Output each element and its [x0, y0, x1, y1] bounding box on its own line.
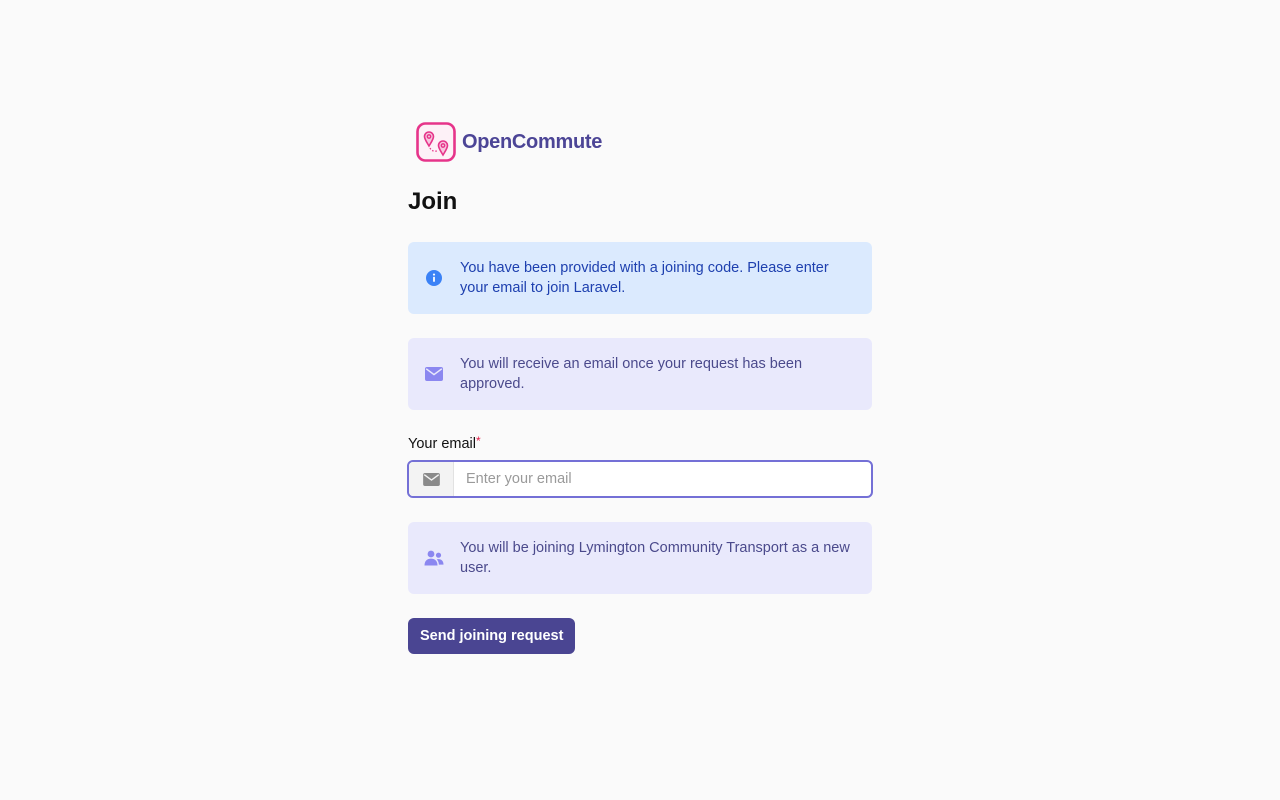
map-pins-icon: [416, 122, 456, 162]
info-circle-icon: [424, 270, 444, 286]
required-mark: *: [475, 434, 481, 448]
organisation-notice-text: You will be joining Lymington Community …: [460, 540, 850, 576]
brand-name: OpenCommute: [462, 130, 603, 153]
email-label-text: Your email: [408, 436, 476, 452]
users-icon: [424, 550, 444, 566]
join-form-container: OpenCommute Join You have been provided …: [407, 120, 873, 654]
brand[interactable]: OpenCommute: [416, 120, 872, 164]
envelope-icon: [424, 367, 444, 381]
info-alert-text: You have been provided with a joining co…: [460, 260, 829, 296]
envelope-icon: [409, 462, 454, 496]
organisation-notice: You will be joining Lymington Community …: [408, 522, 872, 594]
approval-notice-text: You will receive an email once your requ…: [460, 356, 803, 392]
info-alert: You have been provided with a joining co…: [408, 242, 872, 314]
email-label: Your email*: [408, 434, 872, 454]
approval-notice: You will receive an email once your requ…: [408, 338, 872, 410]
email-input-group[interactable]: [407, 460, 873, 498]
email-field[interactable]: [454, 462, 871, 496]
page-title: Join: [408, 188, 458, 215]
send-joining-request-button[interactable]: Send joining request: [408, 618, 576, 654]
